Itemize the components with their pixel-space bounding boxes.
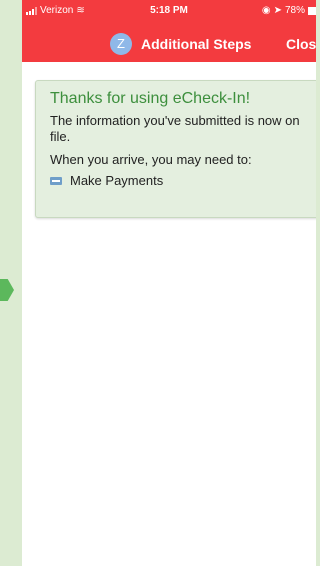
card-message: The information you've submitted is now … <box>50 113 300 144</box>
location-icon: ➤ <box>273 5 282 16</box>
battery-percent: 78% <box>284 5 305 16</box>
status-bar: Verizon ≋ 5:18 PM ◉ ➤ 78% <box>22 0 316 22</box>
card-title: Thanks for using eCheck-In! <box>50 90 251 107</box>
credit-card-icon <box>50 176 62 185</box>
nav-bar: Z Additional Steps Close <box>22 30 316 58</box>
avatar: Z <box>110 33 132 55</box>
page-title: Additional Steps <box>141 36 252 52</box>
lock-rotation-icon: ◉ <box>261 5 271 16</box>
mobile-screen: Verizon ≋ 5:18 PM ◉ ➤ 78% Z Additional S… <box>22 0 316 566</box>
battery-icon <box>308 6 316 15</box>
arrival-instructions: When you arrive, you may need to: <box>50 152 252 167</box>
app-header: Verizon ≋ 5:18 PM ◉ ➤ 78% Z Additional S… <box>22 0 316 62</box>
close-button[interactable]: Close <box>286 36 316 52</box>
confirmation-card: Thanks for using eCheck-In! The informat… <box>35 80 316 218</box>
make-payments-label: Make Payments <box>70 173 164 188</box>
status-right: ◉ ➤ 78% <box>262 5 316 16</box>
make-payments-item[interactable]: Make Payments <box>50 173 163 188</box>
